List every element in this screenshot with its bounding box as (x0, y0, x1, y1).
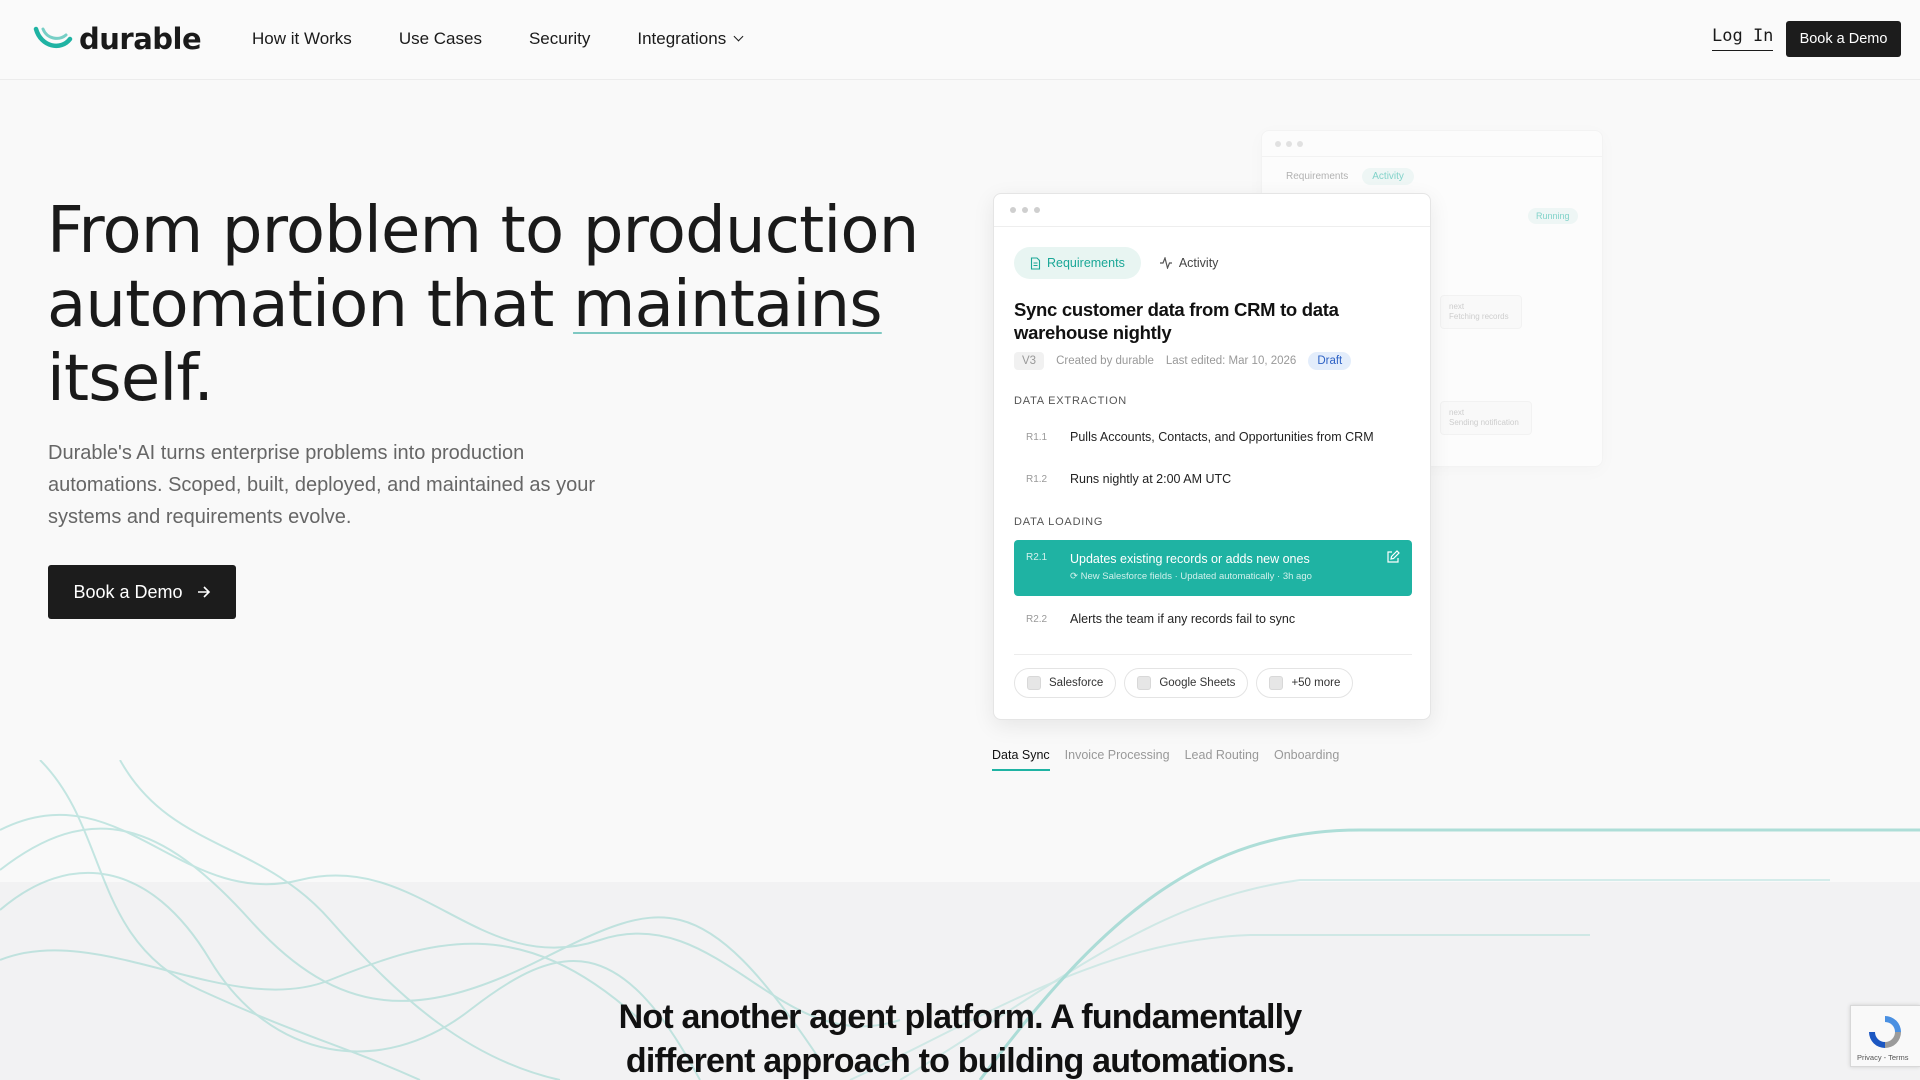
hero-title-line-3: itself. (47, 342, 214, 416)
requirement-row[interactable]: R1.1 Pulls Accounts, Contacts, and Oppor… (1014, 417, 1412, 457)
tab-requirements[interactable]: Requirements (1014, 247, 1141, 279)
nav-integrations-label: Integrations (637, 29, 727, 48)
running-badge: Running (1528, 208, 1578, 224)
tab-activity[interactable]: Activity (1159, 256, 1219, 270)
nav-integrations[interactable]: Integrations (637, 29, 744, 49)
section-label: DATA EXTRACTION (1014, 395, 1128, 407)
created-by: Created by durable (1056, 355, 1154, 367)
edit-icon[interactable] (1386, 550, 1400, 564)
version-badge: V3 (1014, 352, 1045, 370)
recaptcha-icon (1869, 1016, 1901, 1048)
hero-subtitle: Durable's AI turns enterprise problems i… (48, 442, 596, 528)
recaptcha-links[interactable]: Privacy - Terms (1857, 1053, 1909, 1062)
requirement-id: R2.1 (1026, 552, 1048, 563)
integrations-icon (1269, 676, 1284, 690)
back-tab-activity: Activity (1362, 168, 1414, 185)
document-icon (1030, 256, 1041, 270)
activity-step-label: next (1449, 408, 1465, 417)
nav-use-cases[interactable]: Use Cases (399, 29, 482, 49)
integration-chip-label: +50 more (1291, 677, 1341, 689)
requirement-row[interactable]: R2.2 Alerts the team if any records fail… (1014, 599, 1412, 639)
window-controls (994, 194, 1430, 227)
requirement-row-selected[interactable]: R2.1 Updates existing records or adds ne… (1014, 540, 1412, 596)
automation-title: Sync customer data from CRM to data ware… (1014, 299, 1339, 343)
activity-step-text: Sending notification (1449, 418, 1519, 427)
requirements-card: Requirements Activity Sync customer data… (993, 193, 1431, 720)
chevron-down-icon (733, 31, 744, 42)
requirement-text: Updates existing records or adds new one… (1070, 552, 1310, 566)
requirement-text: Pulls Accounts, Contacts, and Opportunit… (1070, 430, 1374, 444)
hero-book-demo-button[interactable]: Book a Demo (48, 565, 236, 619)
automation-meta: V3 Created by durable Last edited: Mar 1… (1014, 352, 1352, 370)
tab-requirements-label: Requirements (1047, 256, 1125, 270)
requirement-text: Alerts the team if any records fail to s… (1070, 612, 1296, 626)
nav-links: How it Works Use Cases Security Integrat… (252, 29, 744, 49)
hero-book-demo-label: Book a Demo (73, 581, 183, 602)
hero-title-line-2: automation that maintains (47, 268, 947, 342)
last-edited: Last edited: Mar 10, 2026 (1165, 355, 1297, 367)
integration-chips: Salesforce Google Sheets +50 more (1014, 668, 1354, 698)
activity-icon (1159, 257, 1172, 269)
activity-step-label: next (1449, 302, 1465, 311)
card-tabs: Requirements Activity (1014, 247, 1218, 279)
activity-step-text: Fetching records (1449, 312, 1509, 321)
requirement-id: R1.1 (1026, 431, 1048, 443)
integration-chip-label: Google Sheets (1159, 677, 1236, 689)
section-label: DATA LOADING (1014, 516, 1104, 528)
login-link[interactable]: Log In (1712, 26, 1774, 51)
arrow-right-icon (197, 586, 210, 598)
integration-chip-more[interactable]: +50 more (1256, 668, 1354, 698)
integration-chip-google-sheets[interactable]: Google Sheets (1124, 668, 1249, 698)
window-controls (1262, 131, 1602, 157)
requirement-update-note: New Salesforce fields · Updated automati… (1080, 571, 1312, 582)
recaptcha-badge[interactable]: Privacy - Terms (1850, 1005, 1920, 1067)
section-heading: Not another agent platform. A fundamenta… (560, 995, 1360, 1080)
nav-how-it-works[interactable]: How it Works (252, 29, 352, 49)
brand-logo[interactable]: durable (33, 22, 202, 56)
hero-title: From problem to production automation th… (47, 194, 947, 416)
requirement-id: R1.2 (1026, 473, 1048, 485)
requirement-text: Runs nightly at 2:00 AM UTC (1070, 472, 1232, 486)
section-heading-line-2: different approach to building automatio… (625, 1042, 1295, 1080)
nav-book-demo-button[interactable]: Book a Demo (1786, 21, 1901, 57)
hero-title-line-2-text: automation that (47, 268, 574, 342)
requirement-id: R2.2 (1026, 613, 1048, 625)
hero-title-accent: maintains (573, 268, 883, 342)
requirement-subtext: ⟳ New Salesforce fields · Updated automa… (1070, 571, 1312, 582)
integration-chip-label: Salesforce (1049, 677, 1104, 689)
refresh-icon: ⟳ (1070, 571, 1081, 582)
hero-title-line-1: From problem to production (47, 194, 919, 268)
top-nav: durable How it Works Use Cases Security … (0, 0, 1920, 80)
activity-step: next Fetching records (1440, 295, 1522, 329)
activity-step: next Sending notification (1440, 401, 1532, 435)
back-card-tabs: Requirements Activity (1286, 168, 1414, 185)
status-badge: Draft (1308, 352, 1352, 370)
requirement-content: Updates existing records or adds new one… (1070, 552, 1312, 582)
brand-name: durable (79, 22, 202, 56)
durable-logo-icon (33, 26, 73, 49)
requirement-row[interactable]: R1.2 Runs nightly at 2:00 AM UTC (1014, 459, 1412, 499)
back-tab-requirements: Requirements (1286, 171, 1349, 182)
divider (1014, 654, 1412, 655)
nav-security[interactable]: Security (529, 29, 590, 49)
tab-activity-label: Activity (1178, 256, 1219, 270)
salesforce-icon (1027, 676, 1041, 690)
section-heading-line-1: Not another agent platform. A fundamenta… (618, 998, 1303, 1036)
google-sheets-icon (1137, 676, 1152, 690)
integration-chip-salesforce[interactable]: Salesforce (1014, 668, 1117, 698)
